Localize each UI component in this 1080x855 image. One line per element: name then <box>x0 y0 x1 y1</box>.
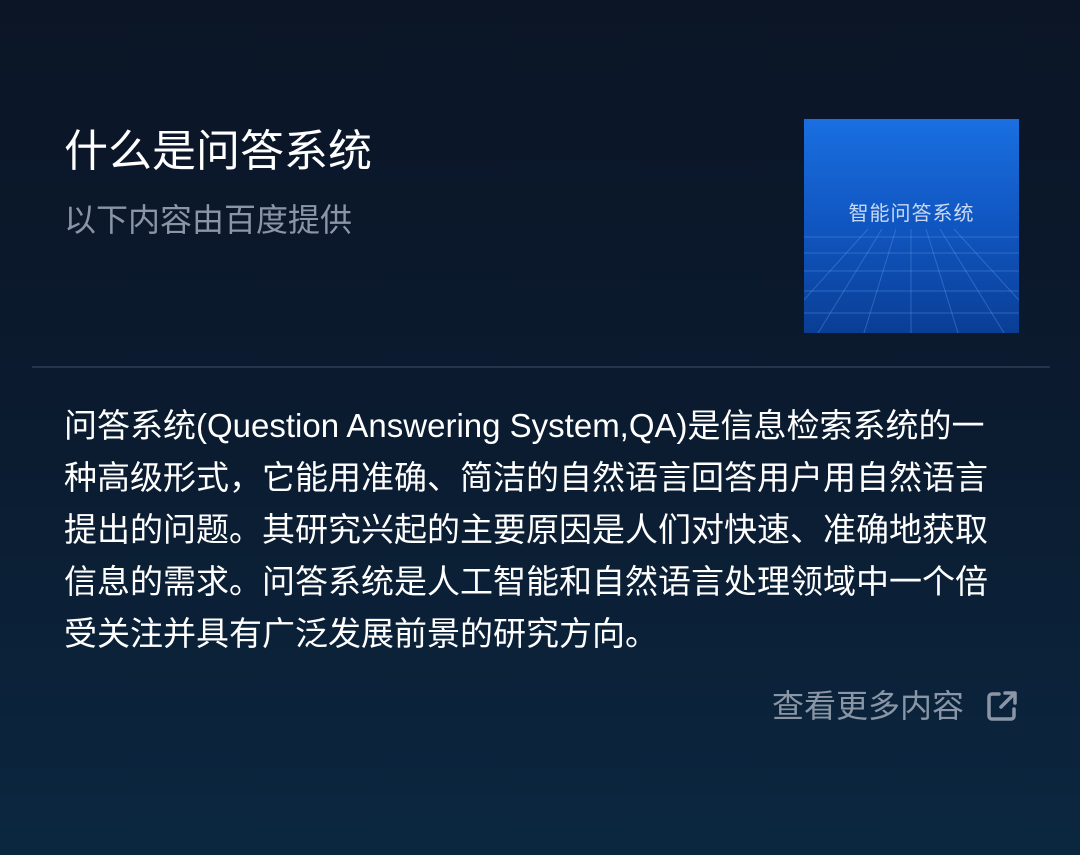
view-more-label: 查看更多内容 <box>771 688 964 724</box>
baike-card: 什么是问答系统 以下内容由百度提供 智能问答系统 问答系统(Question A… <box>0 0 1080 855</box>
external-link-icon <box>984 688 1020 724</box>
summary-text: 问答系统(Question Answering System,QA)是信息检索系… <box>64 407 988 652</box>
thumbnail-image[interactable]: 智能问答系统 <box>804 119 1019 333</box>
section-divider <box>32 366 1050 368</box>
card-title: 什么是问答系统 <box>64 127 372 176</box>
thumbnail-grid-graphic <box>804 228 1019 333</box>
card-header: 什么是问答系统 以下内容由百度提供 <box>64 120 764 242</box>
source-note: 以下内容由百度提供 <box>64 202 353 238</box>
view-more-link[interactable]: 查看更多内容 <box>772 682 1020 730</box>
thumbnail-label: 智能问答系统 <box>848 201 975 225</box>
